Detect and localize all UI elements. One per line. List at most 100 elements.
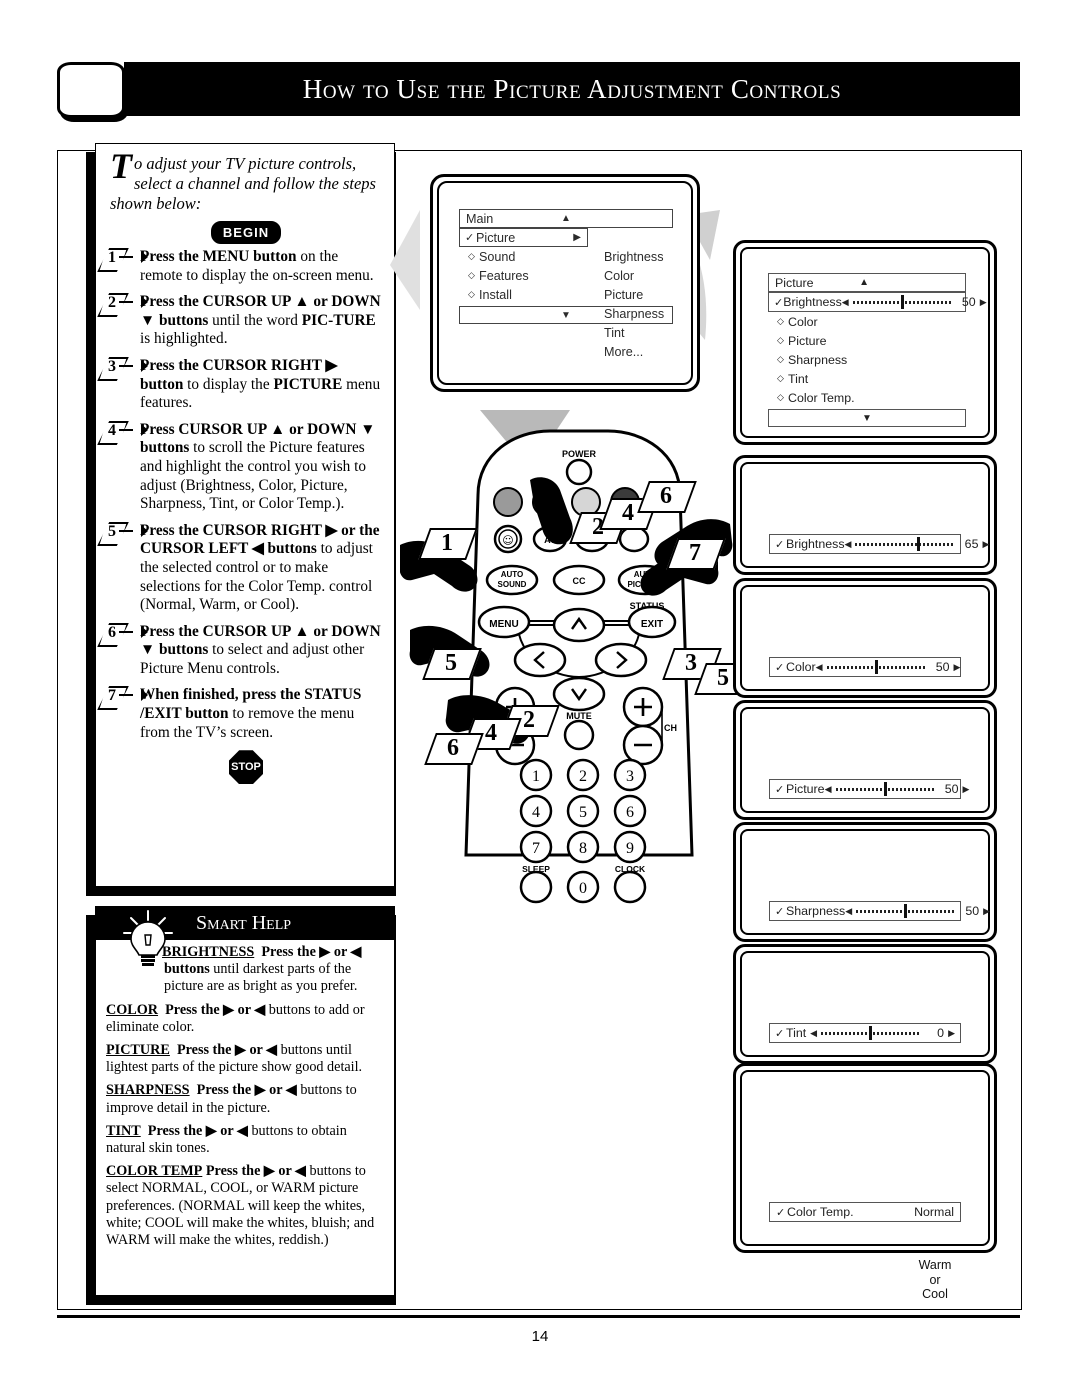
- picture-menu-screen-inner: Picture ▲ ✓ Brightness ◀ 50 ▶ ◇ Color ◇ Pic…: [740, 247, 990, 438]
- slider-track[interactable]: [855, 537, 956, 551]
- slider-value: 50: [965, 904, 980, 918]
- diamond-icon: ◇: [468, 251, 475, 261]
- osd-feature-tint[interactable]: Tint: [596, 323, 664, 342]
- slider-track[interactable]: [856, 904, 957, 918]
- check-icon: ✓: [775, 1028, 785, 1040]
- svg-text:3: 3: [626, 768, 634, 785]
- step-number-badge-5: 5: [99, 522, 139, 542]
- instruction-step-6: 6 Press the CURSOR UP ▲ or DOWN ▼ buttons…: [108, 622, 382, 679]
- osd-feature-picture[interactable]: Picture: [596, 285, 664, 304]
- step-text: When finished, press the STATUS /EXIT bu…: [140, 686, 362, 741]
- triangle-left-icon[interactable]: ◀: [845, 906, 852, 917]
- slider-label: Brightness: [786, 537, 845, 551]
- pm-item-color[interactable]: ◇ Color: [768, 312, 966, 331]
- slider-row-brightness[interactable]: ✓ Brightness ◀ 65 ▶: [769, 534, 989, 554]
- slider-track[interactable]: [821, 1026, 922, 1040]
- slider-row-tint[interactable]: ✓ Tint ◀ 0 ▶: [769, 1023, 961, 1043]
- osd-feature-brightness[interactable]: Brightness: [596, 247, 664, 266]
- page-title-bar: How to Use the Picture Adjustment Contro…: [124, 62, 1020, 116]
- main-menu-osd: Main ▲ ✓ Picture ▶ ◇ Sound ◇ Features ◇ Insta…: [459, 209, 673, 359]
- page-number: 14: [531, 1328, 549, 1345]
- slider-knob[interactable]: [900, 295, 904, 309]
- pm-selected-label: Brightness: [783, 295, 842, 309]
- callout-number-6: 6: [424, 733, 484, 765]
- triangle-left-icon[interactable]: ◀: [825, 784, 832, 795]
- remote-bottom-keys: SLEEP CLOCK 0: [519, 864, 647, 904]
- triangle-right-icon[interactable]: ▶: [963, 784, 970, 795]
- caption-cool: Cool: [922, 1287, 948, 1301]
- smart-help-panel: Smart Help BRIGHTNESS Press the ▶ or ◀ b…: [95, 906, 395, 1296]
- slider-track[interactable]: [826, 660, 927, 674]
- chevron-down-icon: ▼: [862, 412, 872, 424]
- step-arrow-icon: [141, 625, 148, 638]
- pm-item-colortemp[interactable]: ◇ Color Temp.: [768, 388, 966, 407]
- picture-menu-osd: Picture ▲ ✓ Brightness ◀ 50 ▶ ◇ Color ◇ Pic…: [768, 273, 987, 427]
- pm-item-label: Tint: [788, 371, 809, 386]
- slider-row-picture[interactable]: ✓ Picture ◀ 50 ▶: [769, 779, 969, 799]
- instruction-step-1: 1 Press the MENU button on the remote to …: [108, 248, 382, 285]
- color-temp-value: Normal: [914, 1205, 954, 1219]
- osd-feature-sharpness[interactable]: Sharpness: [596, 304, 664, 323]
- slider-knob[interactable]: [917, 537, 921, 551]
- osd-feature-color[interactable]: Color: [596, 266, 664, 285]
- osd-feature-more[interactable]: More...: [596, 342, 664, 361]
- pm-item-sharpness[interactable]: ◇ Sharpness: [768, 350, 966, 369]
- callout-number-7: 7: [666, 538, 726, 570]
- svg-text:2: 2: [579, 768, 587, 785]
- step-text: Press the CURSOR UP ▲ or DOWN ▼ buttons …: [140, 622, 381, 677]
- chevron-down-icon: ▼: [561, 309, 571, 321]
- slider-row-sharpness[interactable]: ✓ Sharpness ◀ 50 ▶: [769, 901, 990, 921]
- step-arrow-icon: [141, 524, 148, 537]
- svg-text:6: 6: [626, 804, 634, 821]
- step-text: Press the CURSOR RIGHT ▶ or the CURSOR L…: [140, 521, 380, 614]
- slider-row-color[interactable]: ✓ Color ◀ 50 ▶: [769, 657, 961, 677]
- intro-dropcap: T: [110, 146, 132, 186]
- triangle-left-icon[interactable]: ◀: [816, 662, 823, 673]
- pm-footer-scroll-down[interactable]: ▼: [768, 409, 966, 427]
- triangle-left-icon[interactable]: ◀: [842, 297, 849, 308]
- triangle-right-icon[interactable]: ▶: [982, 539, 989, 550]
- slider-label: Color: [786, 660, 816, 674]
- instruction-panel: To adjust your TV picture controls, sele…: [95, 143, 395, 887]
- pm-item-tint[interactable]: ◇ Tint: [768, 369, 966, 388]
- osd-item-label: Install: [479, 287, 512, 302]
- check-icon: ✓: [774, 296, 784, 309]
- slider-knob[interactable]: [869, 1026, 873, 1040]
- slider-knob[interactable]: [904, 904, 908, 918]
- triangle-right-icon[interactable]: ▶: [983, 906, 990, 917]
- pm-item-brightness-selected[interactable]: ✓ Brightness ◀ 50 ▶: [768, 292, 987, 312]
- chevron-right-icon: ▶: [573, 232, 581, 243]
- slider-value: 65: [964, 537, 979, 551]
- brightness-slider-track[interactable]: [852, 295, 953, 309]
- slider-knob[interactable]: [883, 782, 887, 796]
- triangle-right-icon[interactable]: ▶: [948, 1028, 955, 1039]
- callout-label: 6: [660, 483, 672, 509]
- slider-track[interactable]: [835, 782, 936, 796]
- osd-item-picture-selected[interactable]: ✓ Picture ▶: [459, 228, 588, 247]
- slider-screen-inner: ✓ Picture ◀ 50 ▶: [740, 707, 990, 813]
- slider-tv-screen-brightness: ✓ Brightness ◀ 65 ▶: [733, 455, 997, 575]
- triangle-right-icon[interactable]: ▶: [954, 662, 961, 673]
- triangle-left-icon[interactable]: ◀: [845, 539, 852, 550]
- color-temp-row[interactable]: ✓ Color Temp. Normal: [769, 1202, 961, 1222]
- slider-value: 50: [935, 660, 950, 674]
- svg-text:5: 5: [579, 804, 587, 821]
- step-number-badge-7: 7: [99, 686, 139, 706]
- step-arrow-icon: [141, 689, 148, 702]
- check-icon: ✓: [775, 662, 785, 674]
- svg-text:4: 4: [532, 804, 540, 821]
- slider-knob[interactable]: [874, 660, 878, 674]
- slider-controls: ◀ 0 ▶: [806, 1026, 955, 1040]
- triangle-left-icon[interactable]: ◀: [810, 1028, 817, 1039]
- smart-help-item-picture: PICTURE Press the ▶ or ◀ buttons until l…: [106, 1042, 363, 1076]
- slider-screen-inner: ✓ Brightness ◀ 65 ▶: [740, 462, 990, 568]
- color-temp-screen-inner: ✓ Color Temp. Normal: [740, 1070, 990, 1246]
- callout-number-6: 6: [637, 481, 697, 513]
- instruction-step-2: 2 Press the CURSOR UP ▲ or DOWN ▼ buttons…: [108, 293, 382, 349]
- triangle-right-icon[interactable]: ▶: [980, 297, 987, 308]
- pm-item-label: Picture: [788, 333, 827, 348]
- slider-dots: [855, 543, 956, 546]
- diamond-icon: ◇: [777, 335, 784, 345]
- pm-item-picture[interactable]: ◇ Picture: [768, 331, 966, 350]
- chevron-up-icon: ▲: [561, 213, 571, 224]
